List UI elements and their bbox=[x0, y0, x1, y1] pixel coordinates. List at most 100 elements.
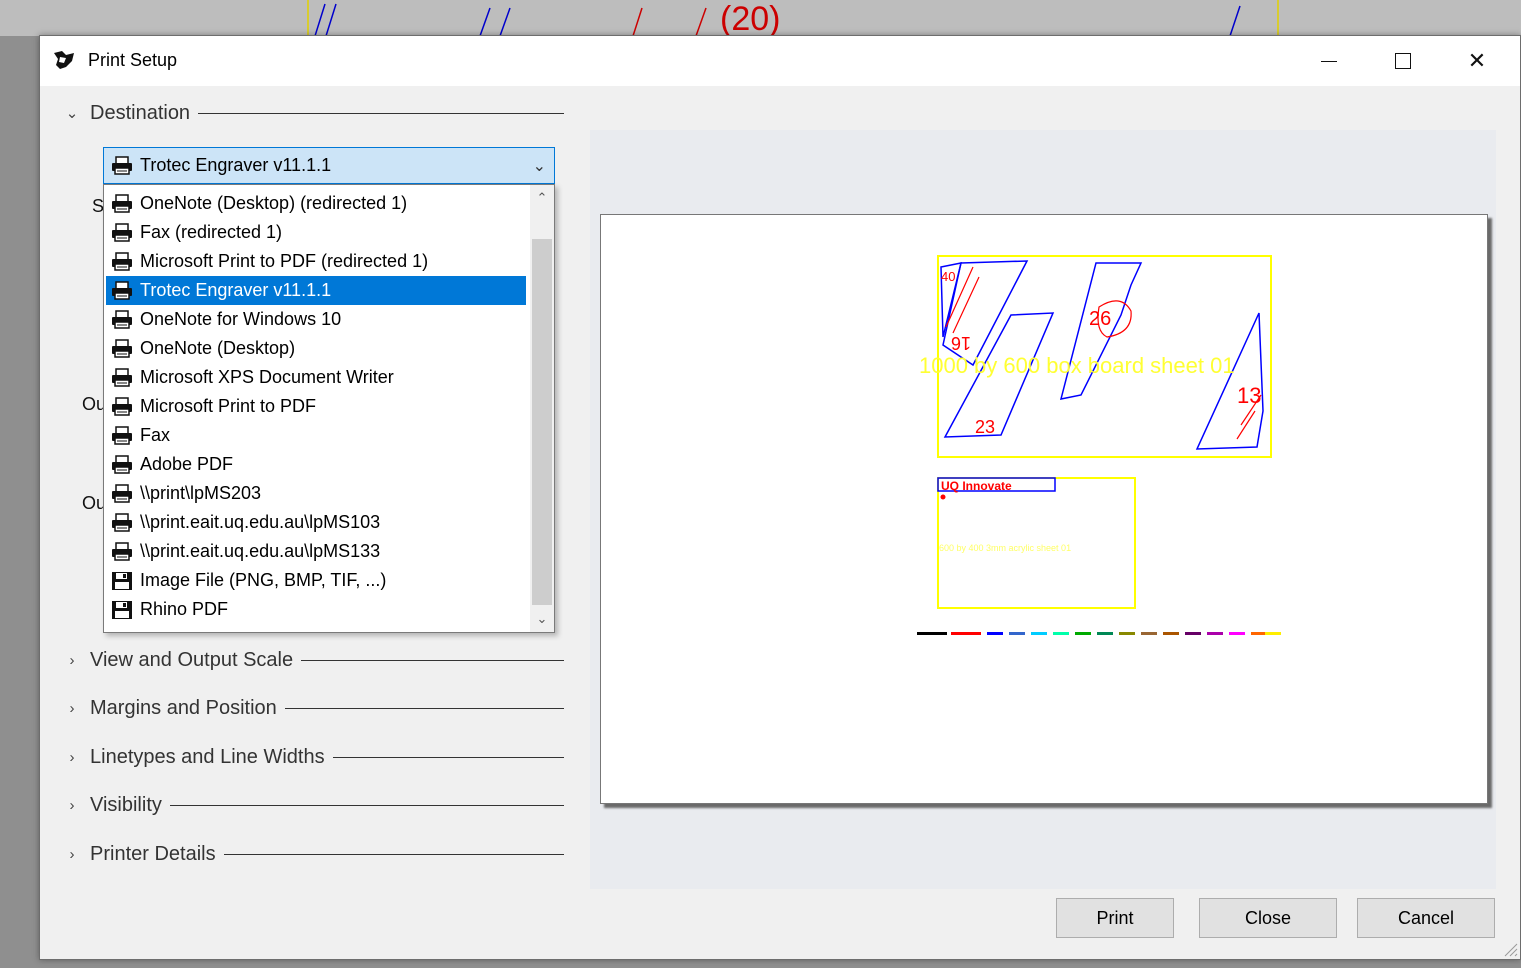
marker-dot bbox=[940, 494, 946, 500]
floppy-icon bbox=[110, 600, 134, 620]
printer-option[interactable]: Microsoft Print to PDF bbox=[106, 392, 526, 421]
printer-option[interactable]: OneNote for Windows 10 bbox=[106, 305, 526, 334]
resize-grip-icon[interactable] bbox=[1500, 939, 1518, 957]
section-linetypes-widths[interactable]: › Linetypes and Line Widths bbox=[64, 744, 564, 770]
printer-option[interactable]: Image File (PNG, BMP, TIF, ...) bbox=[106, 566, 526, 595]
section-visibility-label: Visibility bbox=[90, 793, 162, 816]
section-divider bbox=[332, 756, 564, 758]
printer-option-label: \\print.eait.uq.edu.au\lpMS103 bbox=[140, 512, 381, 532]
printer-icon bbox=[110, 280, 134, 301]
sheet-1-label: 1000 by 600 box board sheet 01 bbox=[919, 353, 1235, 378]
printer-icon bbox=[110, 425, 134, 446]
printer-icon bbox=[110, 454, 134, 475]
printer-icon bbox=[110, 367, 134, 388]
printer-option-label: Microsoft XPS Document Writer bbox=[140, 367, 394, 387]
printer-option-label: OneNote for Windows 10 bbox=[140, 309, 342, 329]
printer-option-label: Microsoft Print to PDF bbox=[140, 396, 317, 416]
close-window-button[interactable]: ✕ bbox=[1440, 36, 1514, 86]
printer-option[interactable]: Microsoft Print to PDF (redirected 1) bbox=[106, 247, 526, 276]
scroll-up-arrow-icon[interactable]: ⌃ bbox=[530, 187, 554, 209]
part-number: 40 bbox=[941, 269, 955, 284]
printer-icon bbox=[110, 396, 134, 417]
preview-paper: 40 16 26 23 13 1000 by 600 box board she… bbox=[600, 214, 1488, 804]
part-number: 13 bbox=[1237, 383, 1261, 408]
section-margins-label: Margins and Position bbox=[90, 696, 277, 719]
maximize-button[interactable] bbox=[1366, 36, 1440, 86]
section-divider bbox=[169, 804, 564, 806]
printer-option-label: Rhino PDF bbox=[140, 599, 229, 619]
printer-option[interactable]: \\print.eait.uq.edu.au\lpMS133 bbox=[106, 537, 526, 566]
cancel-button[interactable]: Cancel bbox=[1357, 898, 1495, 938]
section-linetypes-label: Linetypes and Line Widths bbox=[90, 745, 325, 768]
printer-icon bbox=[110, 483, 134, 504]
section-view-label: View and Output Scale bbox=[90, 648, 294, 671]
part-outline bbox=[1195, 312, 1264, 450]
printer-option[interactable]: \\print\lpMS203 bbox=[106, 479, 526, 508]
section-destination-label: Destination bbox=[90, 101, 191, 124]
printer-option[interactable]: Rhino PDF bbox=[106, 595, 526, 624]
chevron-right-icon: › bbox=[69, 796, 75, 814]
section-divider bbox=[223, 853, 564, 855]
logo-text: UQ Innovate bbox=[941, 479, 1012, 493]
chevron-down-icon: ⌄ bbox=[65, 105, 79, 122]
section-margins-position[interactable]: › Margins and Position bbox=[64, 695, 564, 721]
print-button[interactable]: Print bbox=[1056, 898, 1174, 938]
printer-option[interactable]: Trotec Engraver v11.1.1 bbox=[106, 276, 526, 305]
print-setup-dialog: Print Setup ✕ ⌄ Destination S Ou Ou Trot… bbox=[39, 35, 1521, 960]
printer-option[interactable]: Adobe PDF bbox=[106, 450, 526, 479]
section-divider bbox=[301, 659, 564, 661]
printer-option-label: Adobe PDF bbox=[140, 454, 234, 474]
printer-option[interactable]: OneNote (Desktop) (redirected 1) bbox=[106, 189, 526, 218]
scroll-down-arrow-icon[interactable]: ⌄ bbox=[530, 608, 554, 630]
printer-option-label: Image File (PNG, BMP, TIF, ...) bbox=[140, 570, 387, 590]
printer-icon bbox=[110, 251, 134, 272]
printer-option[interactable]: Fax (redirected 1) bbox=[106, 218, 526, 247]
printer-option[interactable]: \\print.eait.uq.edu.au\lpMS103 bbox=[106, 508, 526, 537]
window-title: Print Setup bbox=[88, 50, 178, 70]
section-destination[interactable]: ⌄ Destination bbox=[64, 100, 564, 126]
rhino-app-icon bbox=[54, 51, 74, 69]
section-divider bbox=[284, 707, 564, 709]
scrollbar-thumb[interactable] bbox=[532, 239, 552, 605]
background-viewport: (20) bbox=[0, 0, 1521, 36]
chevron-right-icon: › bbox=[69, 748, 75, 766]
chevron-right-icon: › bbox=[69, 651, 75, 669]
printer-option-label: OneNote (Desktop) bbox=[140, 338, 296, 358]
minimize-button[interactable] bbox=[1292, 36, 1366, 86]
printer-option-label: Trotec Engraver v11.1.1 bbox=[140, 280, 332, 300]
printer-option[interactable]: Microsoft XPS Document Writer bbox=[106, 363, 526, 392]
preview-drawing: 40 16 26 23 13 1000 by 600 box board she… bbox=[917, 255, 1281, 635]
section-printer-label: Printer Details bbox=[90, 842, 216, 865]
chevron-down-icon: ⌄ bbox=[532, 158, 546, 175]
part-number: 16 bbox=[951, 333, 971, 353]
title-bar: Print Setup ✕ bbox=[40, 36, 1520, 86]
printer-option-label: \\print.eait.uq.edu.au\lpMS133 bbox=[140, 541, 381, 561]
printer-select[interactable]: Trotec Engraver v11.1.1 ⌄ bbox=[103, 147, 555, 184]
dropdown-scrollbar[interactable]: ⌃ ⌄ bbox=[530, 185, 554, 632]
minimize-icon bbox=[1321, 60, 1337, 62]
close-icon: ✕ bbox=[1467, 48, 1487, 73]
svg-text:(20): (20) bbox=[720, 0, 780, 36]
printer-icon bbox=[110, 338, 134, 359]
close-button[interactable]: Close bbox=[1199, 898, 1337, 938]
printer-icon bbox=[110, 193, 134, 214]
printer-option-label: \\print\lpMS203 bbox=[140, 483, 262, 503]
maximize-icon bbox=[1395, 53, 1411, 69]
printer-icon bbox=[110, 309, 134, 330]
printer-icon bbox=[110, 512, 134, 533]
printer-option-label: Fax bbox=[140, 425, 171, 445]
printer-option-label: Microsoft Print to PDF (redirected 1) bbox=[140, 251, 429, 271]
chevron-right-icon: › bbox=[69, 845, 75, 863]
sheet-2-label: 600 by 400 3mm acrylic sheet 01 bbox=[939, 543, 1071, 553]
printer-option[interactable]: Fax bbox=[106, 421, 526, 450]
section-view-output-scale[interactable]: › View and Output Scale bbox=[64, 647, 564, 673]
printer-dropdown-list: OneNote (Desktop) (redirected 1) Fax (red… bbox=[103, 184, 555, 633]
printer-icon bbox=[110, 541, 134, 562]
section-visibility[interactable]: › Visibility bbox=[64, 792, 564, 818]
printer-option[interactable]: OneNote (Desktop) bbox=[106, 334, 526, 363]
part-number: 26 bbox=[1089, 308, 1111, 330]
printer-icon bbox=[112, 155, 132, 175]
chevron-right-icon: › bbox=[69, 699, 75, 717]
section-printer-details[interactable]: › Printer Details bbox=[64, 841, 564, 867]
color-legend bbox=[917, 632, 1281, 635]
